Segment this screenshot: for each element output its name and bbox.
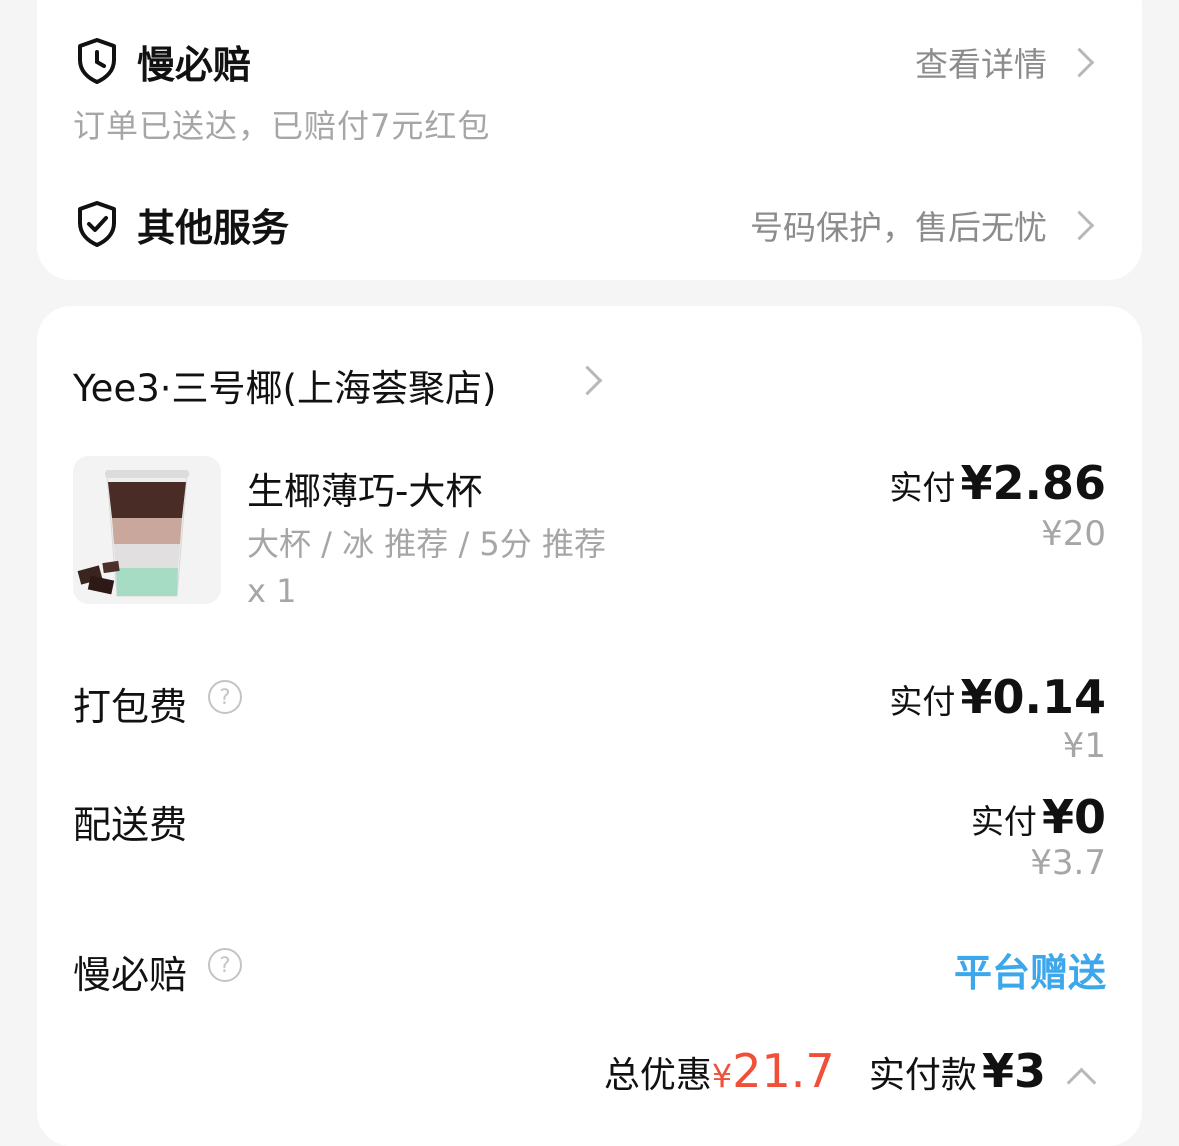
order-card: Yee3·三号椰(上海荟聚店) 生椰薄巧-大杯 大杯 / 冰 推荐 / 5分 推… [37,306,1142,1146]
chevron-right-icon [572,365,603,396]
shield-check-icon [78,201,116,247]
product-image[interactable] [73,456,221,604]
discount-currency: ¥ [711,1057,733,1095]
services-card: 慢必赔 订单已送达，已赔付7元红包 查看详情 其他服务 号码保护，售后无忧 [37,0,1142,280]
slow-compensation-title: 慢必赔 [137,43,252,87]
total-label: 实付款 [868,1055,977,1096]
packaging-fee-label: 打包费 [73,685,188,729]
pay-label: 实付 [889,468,956,507]
packaging-fee-price: 实付 ¥0.14 [889,670,1106,724]
discount-value: 21.7 [732,1044,835,1098]
chevron-up-icon[interactable] [1066,1067,1097,1098]
item-name: 生椰薄巧-大杯 [247,470,483,513]
pay-label: 实付 [970,802,1037,841]
iced-drink-cup-icon [73,456,221,604]
delivery-fee-amount: ¥0 [1041,790,1106,844]
summary-line: 总优惠¥21.7 实付款 ¥3 [604,1044,1046,1098]
view-details-link[interactable]: 查看详情 [915,38,1047,86]
other-services-link[interactable]: 号码保护，售后无忧 [750,201,1047,249]
item-price: 实付 ¥2.86 [889,456,1106,510]
shield-clock-icon [78,38,116,84]
delivery-fee-price: 实付 ¥0 [971,790,1106,844]
help-icon[interactable]: ? [208,680,242,714]
item-original-price: ¥20 [1041,514,1106,554]
other-services-title: 其他服务 [137,206,290,250]
platform-gift-label: 平台赠送 [953,951,1106,995]
help-icon[interactable]: ? [208,948,242,982]
chevron-right-icon [1064,47,1095,78]
pay-label: 实付 [889,682,956,721]
shop-name[interactable]: Yee3·三号椰(上海荟聚店) [73,358,496,412]
item-pay-amount: ¥2.86 [960,456,1106,510]
slow-compensation-subtitle: 订单已送达，已赔付7元红包 [73,107,491,145]
delivery-fee-original: ¥3.7 [1030,843,1106,883]
item-spec: 大杯 / 冰 推荐 / 5分 推荐 [247,525,606,563]
discount-label: 总优惠 [603,1055,712,1096]
slow-compensation-label: 慢必赔 [73,953,188,997]
total-amount: ¥3 [981,1044,1046,1098]
packaging-fee-original: ¥1 [1062,726,1106,766]
item-quantity: x 1 [247,572,297,610]
delivery-fee-label: 配送费 [73,803,188,847]
chevron-right-icon [1064,210,1095,241]
packaging-fee-amount: ¥0.14 [960,670,1106,724]
